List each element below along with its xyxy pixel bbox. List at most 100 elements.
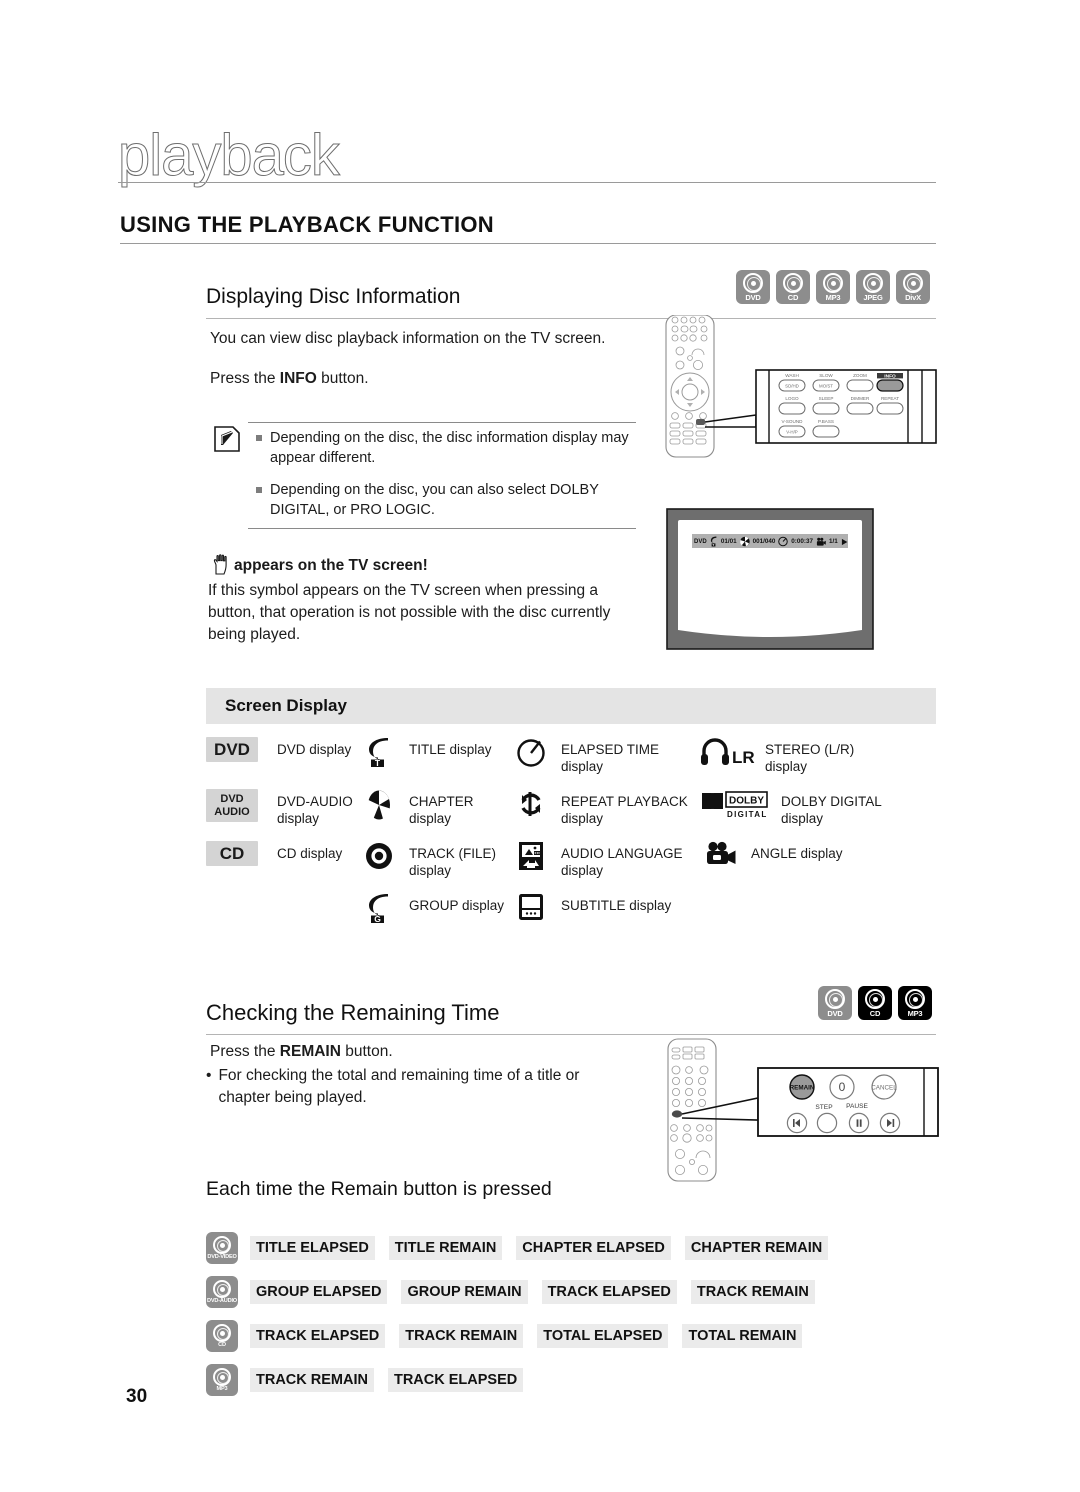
cell-label: STEREO (L/R) display: [765, 742, 855, 774]
remain-table: DVD-VIDEO TITLE ELAPSED TITLE REMAIN CHA…: [206, 1226, 936, 1402]
svg-text:ZOOM: ZOOM: [853, 373, 867, 378]
remain-mode-item: CHAPTER REMAIN: [684, 1236, 829, 1260]
cell-label: DVD-AUDIO display: [277, 794, 353, 826]
paragraph-view-info: You can view disc playback information o…: [210, 330, 606, 347]
square-bullet-icon: [256, 487, 262, 493]
remain-mode-item: TRACK REMAIN: [690, 1280, 815, 1304]
tag-line-1: DVD: [220, 792, 244, 805]
remain-mode-item: TOTAL ELAPSED: [537, 1324, 669, 1348]
cell-label: REPEAT PLAYBACK display: [561, 794, 688, 826]
svg-text:REMAIN: REMAIN: [790, 1085, 815, 1092]
warning-heading-text: appears on the TV screen!: [234, 557, 428, 574]
cell-label: ELAPSED TIME display: [561, 742, 660, 774]
svg-text:T: T: [375, 758, 381, 767]
note-item: Depending on the disc, you can also sele…: [256, 480, 642, 520]
disc-badge-label: DVD: [745, 293, 761, 302]
pencil-note-icon: [212, 424, 242, 454]
disc-badge-label: DVD-AUDIO: [207, 1298, 237, 1304]
manual-page: playback USING THE PLAYBACK FUNCTION Dis…: [0, 0, 1080, 1492]
osd-disc-type: DVD: [694, 538, 707, 545]
press-prefix: Press the: [210, 370, 280, 387]
disc-badge-dvd: DVD: [818, 986, 852, 1020]
note-item-text: Depending on the disc, the disc informat…: [270, 430, 629, 466]
disc-badge-label: CD: [218, 1342, 226, 1348]
screen-display-header: Screen Display: [206, 688, 936, 724]
group-icon: G: [358, 891, 400, 923]
table-row: DVD-AUDIO GROUP ELAPSED GROUP REMAIN TRA…: [206, 1270, 936, 1314]
svg-text:0: 0: [839, 1080, 846, 1094]
remain-mode-item: TRACK REMAIN: [399, 1324, 524, 1348]
disc-badge-row-top: DVD CD MP3 JPEG DivX: [736, 270, 930, 304]
disc-badge-cd: CD: [776, 270, 810, 304]
press-bold-info: INFO: [279, 370, 317, 387]
disc-badge-label: JPEG: [863, 293, 883, 302]
table-row: DVD-VIDEO TITLE ELAPSED TITLE REMAIN CHA…: [206, 1226, 936, 1270]
bullet-text: For checking the total and remaining tim…: [218, 1067, 580, 1106]
dolby-digital-icon: DOLBY DIGITAL: [700, 787, 772, 819]
tag-line-2: AUDIO: [214, 805, 250, 818]
cell-label: GROUP display: [409, 898, 505, 913]
svg-text:V-SOUND: V-SOUND: [782, 419, 804, 424]
remote-remain-diagram: REMAIN 0 CANCEL STEP PAUSE: [667, 1038, 939, 1182]
disc-badge-label: MP3: [825, 293, 841, 302]
svg-text:G: G: [374, 914, 381, 923]
disc-badge-cd: CD: [858, 986, 892, 1020]
svg-text:LR: LR: [732, 748, 755, 767]
svg-text:DIMMER: DIMMER: [851, 396, 870, 401]
press-suffix: button.: [316, 370, 369, 387]
disc-icon: [743, 273, 763, 293]
note-item: Depending on the disc, the disc informat…: [256, 428, 642, 468]
svg-text:LOGO: LOGO: [785, 396, 799, 401]
disc-icon: [213, 1324, 231, 1342]
disc-badge-label: DivX: [905, 293, 921, 302]
svg-text:T: T: [712, 543, 714, 547]
svg-text:REPEAT: REPEAT: [881, 396, 899, 401]
heading-divider-2: [206, 1034, 936, 1035]
note-divider-top: [248, 422, 636, 423]
heading-displaying-disc-information: Displaying Disc Information: [206, 285, 461, 308]
svg-text:SLOW: SLOW: [819, 373, 833, 378]
disc-icon: [825, 989, 845, 1009]
osd-title-value: 01/01: [720, 538, 737, 545]
cell-label: TITLE display: [409, 742, 492, 757]
remain-mode-item: TRACK ELAPSED: [387, 1368, 524, 1392]
tag-dvd: DVD: [206, 737, 258, 762]
angle-camera-icon: [700, 839, 742, 869]
disc-badge-dvd-video: DVD-VIDEO: [206, 1232, 250, 1264]
svg-text:INFO: INFO: [884, 373, 896, 379]
remain-mode-item: TRACK REMAIN: [250, 1368, 374, 1392]
disc-icon: [213, 1280, 231, 1298]
cell-label: AUDIO LANGUAGE display: [561, 846, 683, 878]
cell-label: CHAPTER display: [409, 794, 474, 826]
angle-icon: [816, 537, 826, 546]
press-suffix: button.: [340, 1043, 393, 1060]
hand-icon: [212, 554, 230, 575]
square-bullet-icon: [256, 435, 262, 441]
svg-text:CANCEL: CANCEL: [871, 1085, 897, 1092]
section-divider: [120, 243, 936, 244]
table-row: MP3 TRACK REMAIN TRACK ELAPSED: [206, 1358, 936, 1402]
osd-angle-value: 1/1: [828, 538, 838, 545]
disc-badge-mp3: MP3: [898, 986, 932, 1020]
disc-badge-label: MP3: [907, 1009, 923, 1018]
clock-icon: [778, 536, 789, 547]
svg-text:V-H/P: V-H/P: [786, 429, 798, 434]
remain-mode-item: GROUP REMAIN: [401, 1280, 528, 1304]
title-icon: T: [710, 536, 717, 547]
svg-text:STEP: STEP: [815, 1104, 833, 1111]
repeat-icon: [510, 787, 552, 819]
remain-mode-item: TOTAL REMAIN: [682, 1324, 803, 1348]
note-item-text: Depending on the disc, you can also sele…: [270, 482, 599, 518]
disc-icon: [863, 273, 883, 293]
tag-cd: CD: [206, 841, 258, 866]
remain-table-title: Each time the Remain button is pressed: [206, 1178, 552, 1200]
cell-label: TRACK (FILE) display: [409, 846, 497, 878]
tag-dvd-audio: DVD AUDIO: [206, 789, 258, 822]
chapter-title: playback: [118, 123, 341, 188]
svg-text:P.BASS: P.BASS: [818, 419, 834, 424]
osd-time-value: 0:00:37: [791, 538, 814, 545]
section-title: USING THE PLAYBACK FUNCTION: [120, 212, 494, 237]
remain-mode-item: TRACK ELAPSED: [541, 1280, 677, 1304]
svg-text:MO/ST: MO/ST: [819, 383, 833, 388]
page-number: 30: [126, 1386, 148, 1407]
